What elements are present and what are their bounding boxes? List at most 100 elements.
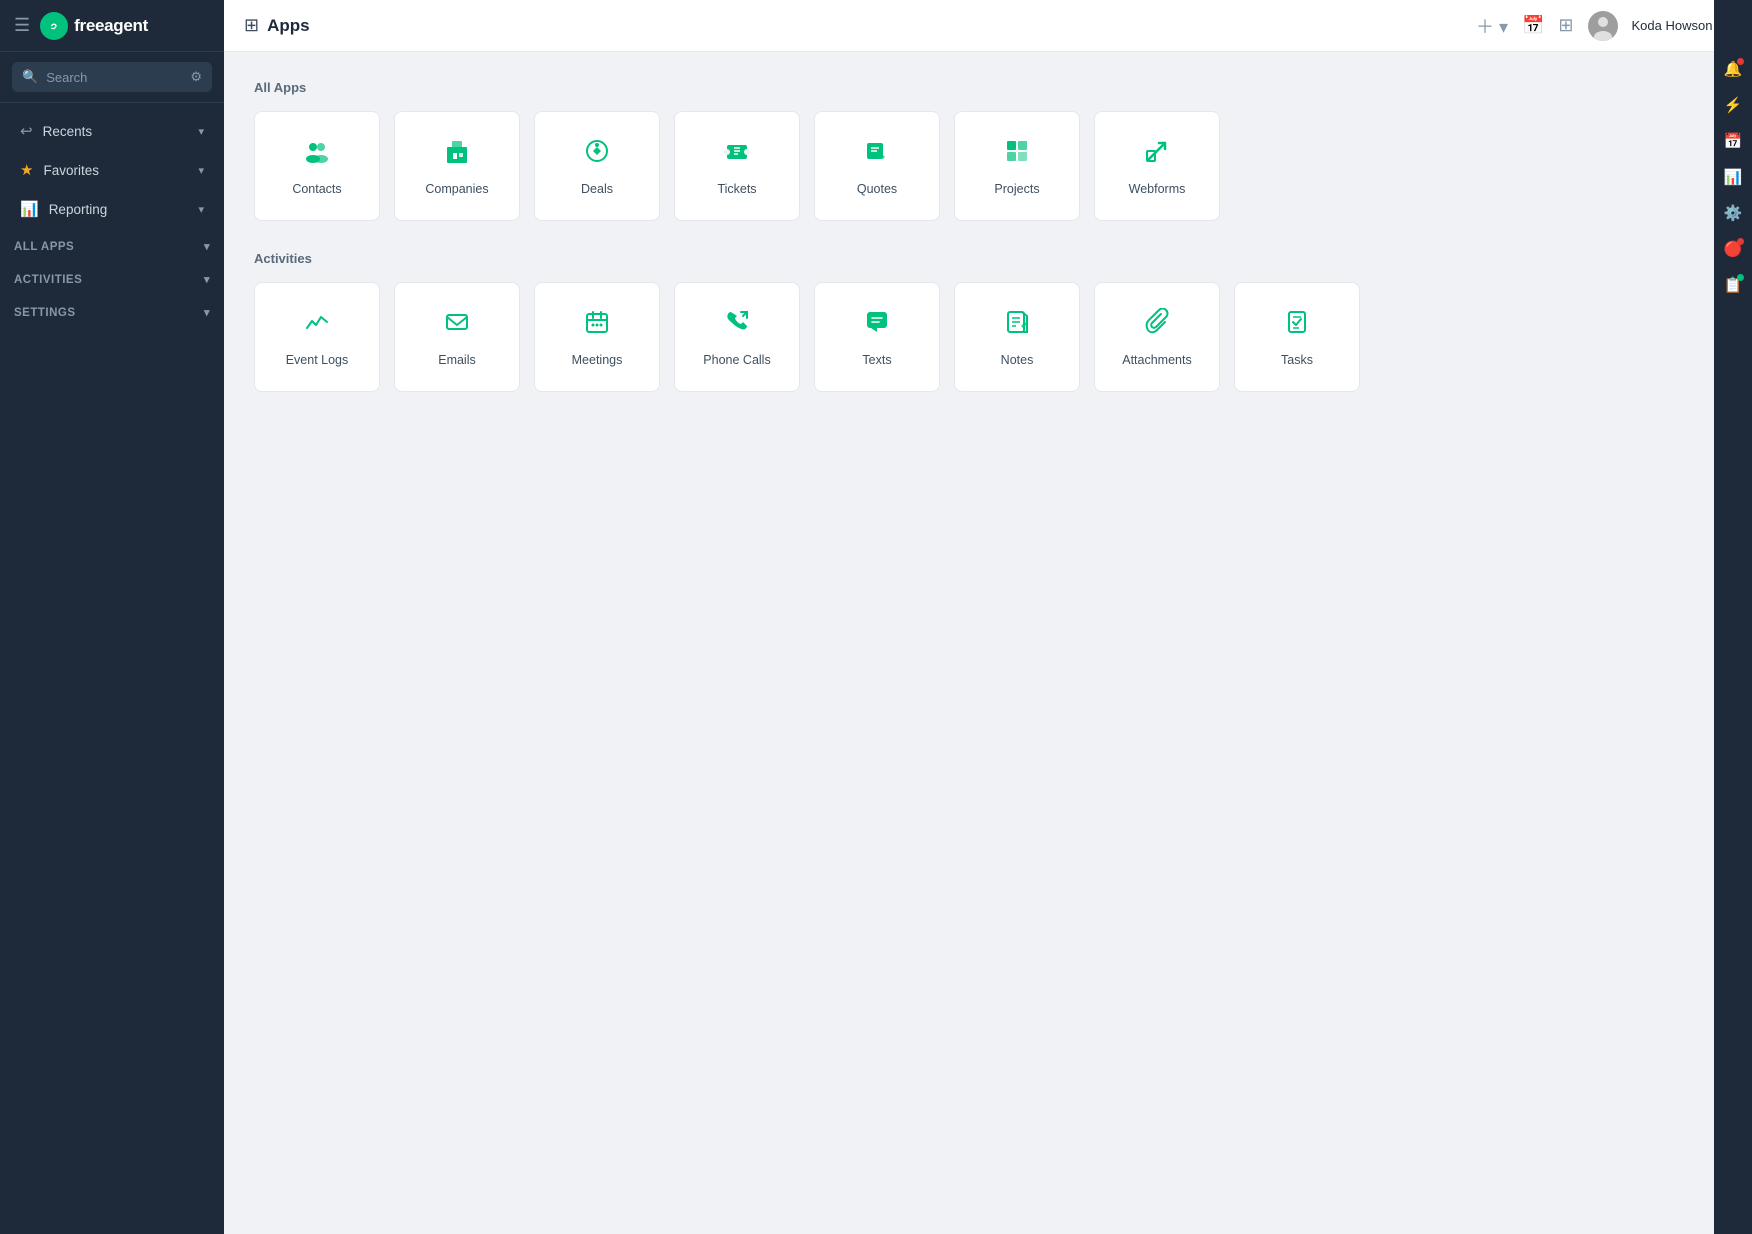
sidebar-nav: ↩ Recents ▾ ★ Favorites ▾ 📊 Reporting ▾ … [0, 103, 224, 1234]
tasks-icon [1283, 308, 1311, 343]
chart-side-icon[interactable]: 📊 [1724, 168, 1743, 186]
document-side-icon[interactable]: 📋 [1724, 276, 1743, 294]
sidebar-item-recents[interactable]: ↩ Recents ▾ [6, 112, 218, 150]
avatar [1588, 11, 1618, 41]
app-card-attachments[interactable]: Attachments [1094, 282, 1220, 392]
section-activities[interactable]: ACTIVITIES ▾ [0, 265, 224, 294]
emails-label: Emails [438, 353, 476, 367]
event-logs-icon [303, 308, 331, 343]
activities-grid: Event Logs Emails [254, 282, 1684, 392]
search-box[interactable]: 🔍 Search ⚙ [12, 62, 212, 92]
all-apps-chevron: ▾ [204, 240, 210, 253]
phone-calls-label: Phone Calls [703, 353, 770, 367]
meetings-icon [583, 308, 611, 343]
app-card-event-logs[interactable]: Event Logs [254, 282, 380, 392]
reporting-chevron: ▾ [198, 203, 204, 216]
app-card-emails[interactable]: Emails [394, 282, 520, 392]
reporting-icon: 📊 [20, 200, 39, 218]
recents-label: Recents [43, 124, 93, 139]
notification-icon[interactable]: 🔔 [1724, 60, 1743, 78]
topbar-left: ⊞ Apps [244, 15, 310, 36]
all-apps-section-label: ALL APPS [14, 241, 74, 253]
app-card-deals[interactable]: Deals [534, 111, 660, 221]
apps-grid-icon: ⊞ [244, 15, 259, 36]
app-card-tickets[interactable]: Tickets [674, 111, 800, 221]
tickets-label: Tickets [717, 182, 756, 196]
recents-chevron: ▾ [198, 125, 204, 138]
app-card-companies[interactable]: Companies [394, 111, 520, 221]
favorites-icon: ★ [20, 161, 33, 179]
main-content: All Apps Contacts [224, 52, 1714, 1234]
favorites-label: Favorites [43, 163, 99, 178]
calendar-side-icon[interactable]: 📅 [1724, 132, 1743, 150]
deals-label: Deals [581, 182, 613, 196]
logo-icon [40, 12, 68, 40]
app-card-tasks[interactable]: Tasks [1234, 282, 1360, 392]
activities-section-label: ACTIVITIES [14, 274, 82, 286]
alert-side-icon[interactable]: 🔴 [1724, 240, 1743, 258]
contacts-icon [303, 137, 331, 172]
app-card-webforms[interactable]: Webforms [1094, 111, 1220, 221]
app-card-contacts[interactable]: Contacts [254, 111, 380, 221]
app-card-notes[interactable]: Notes [954, 282, 1080, 392]
sidebar-item-reporting[interactable]: 📊 Reporting ▾ [6, 190, 218, 228]
phone-calls-icon [723, 308, 751, 343]
texts-label: Texts [862, 353, 891, 367]
quotes-label: Quotes [857, 182, 897, 196]
sidebar-item-favorites[interactable]: ★ Favorites ▾ [6, 151, 218, 189]
user-name[interactable]: Koda Howson [1632, 18, 1713, 33]
activities-section-title: Activities [254, 251, 1684, 266]
event-logs-label: Event Logs [286, 353, 349, 367]
search-placeholder: Search [46, 70, 87, 85]
deals-icon [583, 137, 611, 172]
notes-label: Notes [1001, 353, 1034, 367]
search-icon: 🔍 [22, 69, 38, 85]
app-card-phone-calls[interactable]: Phone Calls [674, 282, 800, 392]
hamburger-icon[interactable]: ☰ [14, 15, 30, 36]
app-card-quotes[interactable]: Quotes [814, 111, 940, 221]
projects-icon [1003, 137, 1031, 172]
topbar-right: ＋ ▾ 📅 ⊞ Koda Howson ▾ [1476, 11, 1732, 41]
notes-icon [1003, 308, 1031, 343]
favorites-chevron: ▾ [198, 164, 204, 177]
settings-section-label: SETTINGS [14, 307, 76, 319]
settings-icon[interactable]: ⚙ [190, 69, 202, 85]
recents-icon: ↩ [20, 122, 33, 140]
all-apps-section-title: All Apps [254, 80, 1684, 95]
app-card-meetings[interactable]: Meetings [534, 282, 660, 392]
app-card-projects[interactable]: Projects [954, 111, 1080, 221]
logo-area: freeagent [40, 12, 148, 40]
settings-chevron: ▾ [204, 306, 210, 319]
grid-view-icon[interactable]: ⊞ [1558, 15, 1573, 36]
webforms-icon [1143, 137, 1171, 172]
attachments-label: Attachments [1122, 353, 1191, 367]
calendar-icon[interactable]: 📅 [1522, 15, 1544, 36]
projects-label: Projects [994, 182, 1039, 196]
activity-icon[interactable]: ⚡ [1724, 96, 1743, 114]
logo-text: freeagent [74, 16, 148, 36]
contacts-label: Contacts [292, 182, 341, 196]
sidebar-header: ☰ freeagent [0, 0, 224, 52]
section-all-apps[interactable]: ALL APPS ▾ [0, 232, 224, 261]
right-panel: 🔔 ⚡ 📅 📊 ⚙️ 🔴 📋 [1714, 0, 1752, 1234]
app-card-texts[interactable]: Texts [814, 282, 940, 392]
companies-icon [443, 137, 471, 172]
attachments-icon [1143, 308, 1171, 343]
topbar: ⊞ Apps ＋ ▾ 📅 ⊞ Koda Howson ▾ [224, 0, 1752, 52]
emails-icon [443, 308, 471, 343]
sidebar: ☰ freeagent 🔍 Search ⚙ ↩ Recents ▾ ★ Fav… [0, 0, 224, 1234]
sidebar-search-area: 🔍 Search ⚙ [0, 52, 224, 103]
reporting-label: Reporting [49, 202, 108, 217]
tasks-label: Tasks [1281, 353, 1313, 367]
quotes-icon [863, 137, 891, 172]
activities-chevron: ▾ [204, 273, 210, 286]
companies-label: Companies [425, 182, 488, 196]
meetings-label: Meetings [572, 353, 623, 367]
filter-side-icon[interactable]: ⚙️ [1724, 204, 1743, 222]
page-title: Apps [267, 16, 310, 36]
section-settings[interactable]: SETTINGS ▾ [0, 298, 224, 327]
add-button[interactable]: ＋ ▾ [1476, 13, 1508, 39]
webforms-label: Webforms [1129, 182, 1186, 196]
all-apps-grid: Contacts Companies Deals [254, 111, 1684, 221]
texts-icon [863, 308, 891, 343]
